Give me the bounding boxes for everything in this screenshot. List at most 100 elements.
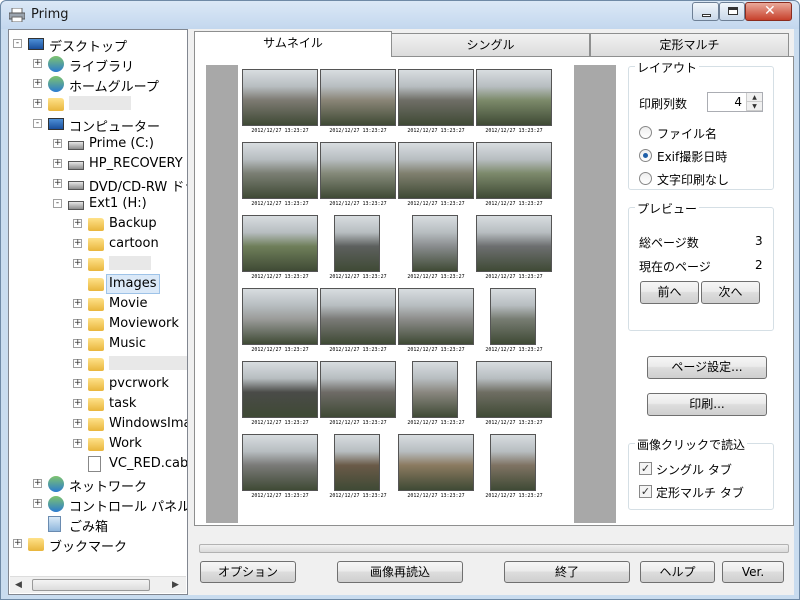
print-button[interactable]: 印刷... <box>647 393 767 416</box>
tree-item-label[interactable]: Prime (C:) <box>89 136 154 151</box>
tree-item-label[interactable]: Moviework <box>109 316 179 331</box>
single-tab-checkbox[interactable]: ✓ <box>639 462 652 475</box>
exit-button[interactable]: 終了 <box>504 561 630 583</box>
tree-item-label[interactable]: WindowsImag <box>109 416 187 431</box>
expand-icon[interactable]: + <box>73 419 82 428</box>
photo-thumbnail[interactable]: 2012/12/27 13:23:27 <box>320 69 396 139</box>
options-button[interactable]: オプション <box>200 561 296 583</box>
help-button[interactable]: ヘルプ <box>640 561 715 583</box>
columns-value[interactable]: 4 <box>734 95 742 109</box>
photo-thumbnail[interactable]: 2012/12/27 13:23:27 <box>320 361 396 431</box>
collapse-icon[interactable]: - <box>53 199 62 208</box>
prev-page-button[interactable]: 前へ <box>640 281 699 304</box>
photo-thumbnail[interactable]: 2012/12/27 13:23:27 <box>398 288 474 358</box>
scrollbar-thumb[interactable] <box>32 579 150 591</box>
expand-icon[interactable]: + <box>33 79 42 88</box>
tree-item-label[interactable]: ホームグループ <box>69 76 159 95</box>
expand-icon[interactable]: + <box>53 139 62 148</box>
columns-spinner[interactable]: 4 ▲ ▼ <box>707 92 763 112</box>
tree-item-label[interactable]: デスクトップ <box>49 36 127 55</box>
tree-item-label[interactable]: VC_RED.cab <box>109 456 187 471</box>
expand-icon[interactable]: + <box>73 399 82 408</box>
spin-down-icon[interactable]: ▼ <box>747 102 762 111</box>
tree-item-label[interactable]: Work <box>109 436 142 451</box>
photo-thumbnail[interactable]: 2012/12/27 13:23:27 <box>242 142 318 212</box>
expand-icon[interactable]: + <box>73 299 82 308</box>
tree-item-label[interactable]: Music <box>109 336 146 351</box>
tree-item-label[interactable]: コントロール パネル <box>69 496 187 515</box>
reload-images-button[interactable]: 画像再読込 <box>337 561 463 583</box>
single-tab-label[interactable]: シングル タブ <box>656 461 732 478</box>
tree-item-label[interactable]: Movie <box>109 296 147 311</box>
version-button[interactable]: Ver. <box>722 561 784 583</box>
photo-thumbnail[interactable]: 2012/12/27 13:23:27 <box>320 142 396 212</box>
photo-thumbnail[interactable]: 2012/12/27 13:23:27 <box>242 69 318 139</box>
tree-item-label[interactable] <box>109 256 151 274</box>
folder-tree[interactable]: ◀ ▶ - デスクトップ + ライブラリ + ホームグループ + - コンピューター + Prime… <box>8 29 188 595</box>
photo-thumbnail[interactable]: 2012/12/27 13:23:27 <box>242 434 318 504</box>
radio-filename[interactable] <box>639 126 652 139</box>
tree-item-label[interactable]: ごみ箱 <box>69 516 108 535</box>
tree-item-label[interactable]: cartoon <box>109 236 159 251</box>
photo-thumbnail[interactable]: 2012/12/27 13:23:27 <box>476 215 552 285</box>
tree-item-label[interactable]: task <box>109 396 136 411</box>
radio-filename-label[interactable]: ファイル名 <box>657 125 717 142</box>
photo-thumbnail[interactable]: 2012/12/27 13:23:27 <box>320 215 396 285</box>
tree-item-label[interactable]: pvcrwork <box>109 376 169 391</box>
expand-icon[interactable]: + <box>13 539 22 548</box>
expand-icon[interactable]: + <box>73 359 82 368</box>
photo-thumbnail[interactable]: 2012/12/27 13:23:27 <box>476 361 552 431</box>
photo-thumbnail[interactable]: 2012/12/27 13:23:27 <box>398 361 474 431</box>
expand-icon[interactable]: + <box>73 319 82 328</box>
expand-icon[interactable]: + <box>33 499 42 508</box>
spin-up-icon[interactable]: ▲ <box>747 93 762 102</box>
photo-thumbnail[interactable]: 2012/12/27 13:23:27 <box>242 288 318 358</box>
maximize-button[interactable] <box>719 2 745 21</box>
photo-thumbnail[interactable]: 2012/12/27 13:23:27 <box>242 215 318 285</box>
tree-item-label[interactable]: ライブラリ <box>69 56 134 75</box>
tree-horizontal-scrollbar[interactable]: ◀ ▶ <box>10 576 186 593</box>
tab-single[interactable]: シングル <box>391 33 590 56</box>
tree-item-label[interactable]: コンピューター <box>69 116 160 135</box>
collapse-icon[interactable]: - <box>13 39 22 48</box>
close-button[interactable]: ✕ <box>745 2 792 21</box>
expand-icon[interactable]: + <box>33 479 42 488</box>
tab-thumbnail[interactable]: サムネイル <box>194 31 392 57</box>
tab-fixed-multi[interactable]: 定形マルチ <box>590 33 789 56</box>
radio-exif-date-label[interactable]: Exif撮影日時 <box>657 148 727 165</box>
tree-item-label[interactable]: ブックマーク <box>49 536 127 555</box>
photo-thumbnail[interactable]: 2012/12/27 13:23:27 <box>320 434 396 504</box>
page-setup-button[interactable]: ページ設定... <box>647 356 767 379</box>
photo-thumbnail[interactable]: 2012/12/27 13:23:27 <box>476 69 552 139</box>
expand-icon[interactable]: + <box>73 239 82 248</box>
expand-icon[interactable]: + <box>73 219 82 228</box>
photo-thumbnail[interactable]: 2012/12/27 13:23:27 <box>398 215 474 285</box>
tree-item-label[interactable]: Ext1 (H:) <box>89 196 147 211</box>
expand-icon[interactable]: + <box>53 159 62 168</box>
tree-item-label[interactable]: DVD/CD-RW ドラ <box>89 176 187 195</box>
expand-icon[interactable]: + <box>73 439 82 448</box>
tree-item-label[interactable]: ネットワーク <box>69 476 147 495</box>
photo-thumbnail[interactable]: 2012/12/27 13:23:27 <box>398 142 474 212</box>
tree-item-label[interactable] <box>69 96 131 114</box>
multi-tab-checkbox[interactable]: ✓ <box>639 485 652 498</box>
next-page-button[interactable]: 次へ <box>701 281 760 304</box>
tree-item-label[interactable]: Backup <box>109 216 157 231</box>
photo-thumbnail[interactable]: 2012/12/27 13:23:27 <box>476 142 552 212</box>
scroll-left-icon[interactable]: ◀ <box>15 580 22 590</box>
photo-thumbnail[interactable]: 2012/12/27 13:23:27 <box>398 434 474 504</box>
scroll-right-icon[interactable]: ▶ <box>172 580 179 590</box>
minimize-button[interactable] <box>692 2 719 21</box>
expand-icon[interactable]: + <box>33 59 42 68</box>
expand-icon[interactable]: + <box>73 339 82 348</box>
tree-item-label[interactable] <box>109 356 187 374</box>
radio-no-text-label[interactable]: 文字印刷なし <box>657 171 729 188</box>
multi-tab-label[interactable]: 定形マルチ タブ <box>656 484 744 501</box>
photo-thumbnail[interactable]: 2012/12/27 13:23:27 <box>476 434 552 504</box>
preview-page[interactable]: 2012/12/27 13:23:27 2012/12/27 13:23:27 20… <box>238 65 574 523</box>
tree-item-label[interactable]: HP_RECOVERY (D <box>89 156 187 171</box>
radio-exif-date[interactable] <box>639 149 652 162</box>
radio-no-text[interactable] <box>639 172 652 185</box>
expand-icon[interactable]: + <box>73 259 82 268</box>
tree-item-label[interactable]: Images <box>106 274 160 294</box>
